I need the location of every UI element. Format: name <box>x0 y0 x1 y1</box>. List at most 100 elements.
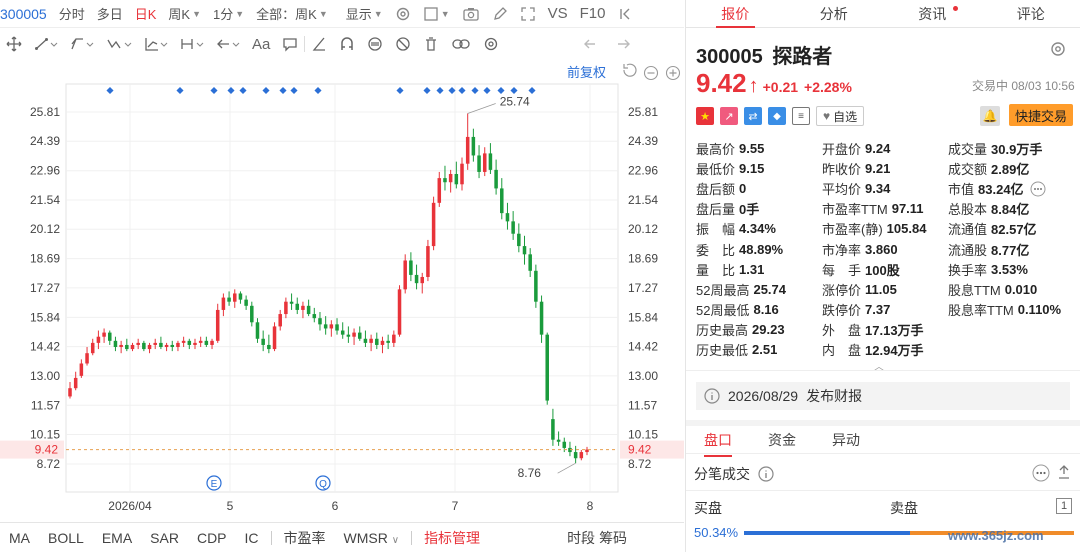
chevron-down-icon: ▼ <box>440 8 450 19</box>
tab-1min[interactable]: 1分 ▼ <box>207 0 250 28</box>
china-flag-icon: ★ <box>696 107 714 125</box>
earnings-event[interactable]: 2026/08/29 发布财报 <box>696 382 1070 410</box>
arrow-tool-icon[interactable] <box>210 28 246 60</box>
display-select[interactable]: 显示 ▼ <box>340 0 389 28</box>
trade-status: 交易中 08/03 10:56 <box>972 79 1075 93</box>
kline-chart[interactable]: 25.81 25.81 24.39 24.39 22.96 22.96 21.54 21.54… <box>0 60 684 520</box>
add-watchlist-button[interactable]: ♥ 自选 <box>816 106 865 126</box>
indicator-manage-button[interactable]: 指标管理 <box>415 528 489 548</box>
reset-icon <box>623 63 637 77</box>
channel-tool-icon[interactable] <box>64 28 100 60</box>
indicator-ic[interactable]: IC <box>236 530 268 546</box>
quote-value: 9.34 <box>865 180 891 196</box>
chart-panel: 300005 分时 多日 日K 周K ▼ 1分 ▼ 全部：周K ▼ 显示 ▼ ▼ VS … <box>0 0 684 552</box>
tab-timeshare[interactable]: 分时 <box>53 0 91 28</box>
tab-daily-k[interactable]: 日K <box>129 0 163 28</box>
chips-button[interactable]: 筹码 <box>597 528 636 548</box>
price-change-pct: +2.28% <box>804 79 852 95</box>
indicator-pe[interactable]: 市盈率 <box>275 528 335 548</box>
candle-body <box>471 136 476 156</box>
tab-anomaly[interactable]: 异动 <box>832 430 860 450</box>
collapse-icon[interactable] <box>612 0 638 28</box>
redo-icon[interactable] <box>607 28 637 60</box>
settings-icon[interactable] <box>389 0 417 28</box>
rocket-icon[interactable]: ↗ <box>720 107 738 125</box>
y-tick-label-right: 21.54 <box>628 193 658 207</box>
wave-tool-icon[interactable] <box>100 28 138 60</box>
tab-orderbook[interactable]: 盘口 <box>704 430 732 457</box>
event-marker <box>423 86 431 95</box>
quote-label: 市盈率TTM <box>822 202 888 218</box>
angle-tool-icon[interactable] <box>305 28 333 60</box>
tag-icon[interactable]: ◆ <box>768 107 786 125</box>
indicator-ema[interactable]: EMA <box>93 530 141 546</box>
indicator-ma[interactable]: MA <box>0 530 39 546</box>
candle-body <box>119 344 123 348</box>
link-icon[interactable] <box>445 28 477 60</box>
line-tool-icon[interactable] <box>28 28 64 60</box>
list-icon[interactable]: ≡ <box>792 107 810 125</box>
text-tool-icon[interactable]: Aa <box>246 28 276 60</box>
hide-drawing-icon[interactable] <box>389 28 417 60</box>
info-icon[interactable] <box>758 466 774 482</box>
measure-tool-icon[interactable] <box>174 28 210 60</box>
pencil-icon[interactable] <box>486 0 514 28</box>
tab-comments[interactable]: 评论 <box>982 0 1080 27</box>
expand-icon[interactable] <box>1056 464 1072 487</box>
quick-trade-button[interactable]: 快捷交易 <box>1009 104 1074 126</box>
settings-icon[interactable] <box>1049 40 1067 63</box>
f10-button[interactable]: F10 <box>574 0 612 28</box>
quote-cell: 历史最高 29.23 <box>696 320 822 339</box>
candle-body <box>431 202 436 247</box>
lock-drawing-icon[interactable] <box>361 28 389 60</box>
delete-drawing-icon[interactable] <box>417 28 445 60</box>
quote-value: 100股 <box>865 262 900 278</box>
tab-news[interactable]: 资讯 <box>883 0 982 27</box>
stock-code-tab[interactable]: 300005 <box>0 0 53 28</box>
fib-tool-icon[interactable] <box>138 28 174 60</box>
indicator-wmsr[interactable]: WMSR ∨ <box>335 530 409 546</box>
stock-code: 300005 <box>696 46 763 68</box>
info-icon <box>704 388 720 404</box>
indicator-boll[interactable]: BOLL <box>39 530 93 546</box>
quote-label: 成交量 <box>948 141 988 157</box>
undo-icon[interactable] <box>577 28 607 60</box>
badge-row: ★ ↗ ⇄ ◆ ≡ ♥ 自选 <box>696 106 865 126</box>
fullscreen-icon[interactable] <box>514 0 542 28</box>
indicator-sar[interactable]: SAR <box>141 530 188 546</box>
indicator-cdp[interactable]: CDP <box>188 530 236 546</box>
quote-label: 昨收价 <box>822 161 862 177</box>
quote-value: 82.57亿 <box>991 222 1037 238</box>
quote-value: 105.84 <box>886 221 927 237</box>
y-tick-label-right: 25.81 <box>628 105 658 119</box>
candle-body <box>556 439 561 442</box>
more-icon[interactable] <box>1032 464 1050 487</box>
1min-label: 1分 <box>213 7 234 22</box>
checkbox-icon[interactable]: ▼ <box>417 0 456 28</box>
shuffle-icon[interactable]: ⇄ <box>744 107 762 125</box>
quote-value: 1.31 <box>739 261 765 277</box>
y-tick-label-left: 20.12 <box>30 222 60 236</box>
note-tool-icon[interactable] <box>276 28 304 60</box>
quote-label: 盘后量 <box>696 202 736 218</box>
candle-body <box>312 314 317 319</box>
camera-icon[interactable] <box>456 0 486 28</box>
candle-body <box>329 324 334 329</box>
crosshair-icon[interactable] <box>0 28 28 60</box>
vs-button[interactable]: VS <box>542 0 574 28</box>
tab-quote[interactable]: 报价 <box>686 0 785 28</box>
tab-analysis[interactable]: 分析 <box>785 0 884 27</box>
magnet-icon[interactable] <box>333 28 361 60</box>
tab-multiday[interactable]: 多日 <box>91 0 129 28</box>
candle-body <box>255 322 260 339</box>
tab-weekly-k[interactable]: 周K ▼ <box>162 0 207 28</box>
quote-cell: 52周最高 25.74 <box>696 280 822 299</box>
tab-capital[interactable]: 资金 <box>768 430 796 450</box>
quote-value: 2.89亿 <box>991 161 1030 177</box>
range-select[interactable]: 全部：周K ▼ <box>250 0 334 28</box>
level-toggle[interactable]: 1 <box>1056 498 1072 514</box>
timeshare-button[interactable]: 时段 <box>558 528 597 548</box>
draw-settings-icon[interactable] <box>477 28 505 60</box>
bell-icon[interactable]: 🔔 <box>980 106 1000 126</box>
more-icon[interactable] <box>1030 181 1046 202</box>
